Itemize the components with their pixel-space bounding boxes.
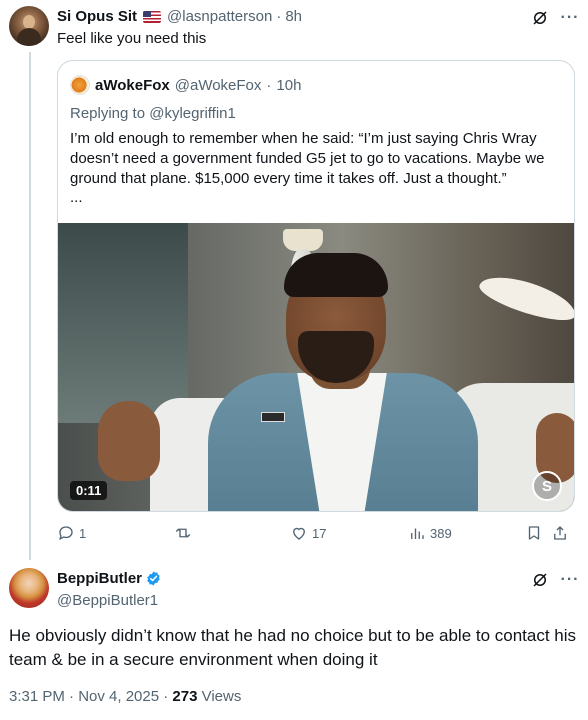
post-top-icons: ··· xyxy=(530,8,580,28)
reply-text: He obviously didn’t know that he had no … xyxy=(9,626,577,669)
verified-badge-icon xyxy=(147,571,160,586)
more-icon[interactable]: ··· xyxy=(560,8,580,28)
video-lapel-pin xyxy=(261,412,285,422)
quoted-post[interactable]: aWokeFox @aWokeFox · 10h Replying to @ky… xyxy=(57,60,575,512)
quote-handle: @aWokeFox xyxy=(174,76,262,94)
separator-dot: · xyxy=(266,76,272,94)
bookmark-button[interactable] xyxy=(525,524,543,542)
post-text: Feel like you need this xyxy=(57,30,207,47)
reply-icon xyxy=(59,526,73,540)
more-icon[interactable]: ··· xyxy=(560,570,580,590)
avatar[interactable] xyxy=(9,6,49,46)
replying-to-handle[interactable]: @kylegriffin1 xyxy=(149,105,236,122)
video-bg-window xyxy=(58,223,188,423)
reply-views-label: Views xyxy=(197,688,242,705)
video-player[interactable]: 0:11 S xyxy=(58,223,574,511)
reply-button[interactable]: 1 xyxy=(57,524,86,542)
views-button[interactable]: 389 xyxy=(408,524,452,542)
heart-icon xyxy=(293,527,305,540)
us-flag-icon xyxy=(143,10,162,23)
video-bg-lamp xyxy=(283,229,323,251)
like-button[interactable]: 17 xyxy=(290,524,326,542)
avatar-head xyxy=(23,15,35,29)
reply-handle[interactable]: @BeppiButler1 xyxy=(57,592,158,609)
repost-icon xyxy=(175,528,191,538)
reply-timestamp[interactable]: 3:31 PM · Nov 4, 2025 · xyxy=(9,688,172,705)
quote-header: aWokeFox @aWokeFox · 10h xyxy=(70,75,301,95)
views-count: 389 xyxy=(430,525,452,541)
like-count: 17 xyxy=(312,525,327,541)
bookmark-icon xyxy=(528,526,540,540)
views-icon xyxy=(411,528,424,539)
avatar-body xyxy=(17,28,41,46)
video-bg-horn xyxy=(475,268,574,328)
video-watermark: S xyxy=(532,471,562,501)
reply-meta: 3:31 PM · Nov 4, 2025 · 273 Views xyxy=(9,688,241,705)
quote-ellipsis: ... xyxy=(70,189,83,206)
action-bar: 1 17 389 xyxy=(57,524,575,546)
reply-author-name[interactable]: BeppiButler xyxy=(57,570,142,587)
reply-top-icons: ··· xyxy=(530,570,580,590)
replying-to: Replying to @kylegriffin1 xyxy=(70,105,236,122)
grok-icon[interactable] xyxy=(530,570,550,590)
share-button[interactable] xyxy=(551,524,569,542)
video-person-hair xyxy=(284,253,388,297)
reply-header: BeppiButler xyxy=(57,570,162,587)
reply-count: 1 xyxy=(79,525,87,541)
video-person-hand-left xyxy=(98,401,160,481)
video-duration: 0:11 xyxy=(70,481,108,500)
quote-time: 10h xyxy=(276,76,302,94)
grok-icon[interactable] xyxy=(530,8,550,28)
separator-dot: · xyxy=(276,8,282,25)
post-time[interactable]: 8h xyxy=(285,8,302,25)
thread-line xyxy=(29,52,31,560)
author-name[interactable]: Si Opus Sit xyxy=(57,8,137,25)
replying-to-prefix: Replying to xyxy=(70,105,146,122)
quote-avatar xyxy=(70,75,90,95)
author-handle[interactable]: @lasnpatterson xyxy=(167,8,272,25)
repost-button[interactable] xyxy=(174,524,196,542)
reply-views-count: 273 xyxy=(172,688,198,705)
share-icon xyxy=(554,526,566,540)
post-header: Si Opus Sit @lasnpatterson · 8h xyxy=(57,8,302,25)
reply-avatar[interactable] xyxy=(9,568,49,608)
quote-author-name: aWokeFox xyxy=(95,76,170,94)
quote-text: I’m old enough to remember when he said:… xyxy=(70,130,545,187)
